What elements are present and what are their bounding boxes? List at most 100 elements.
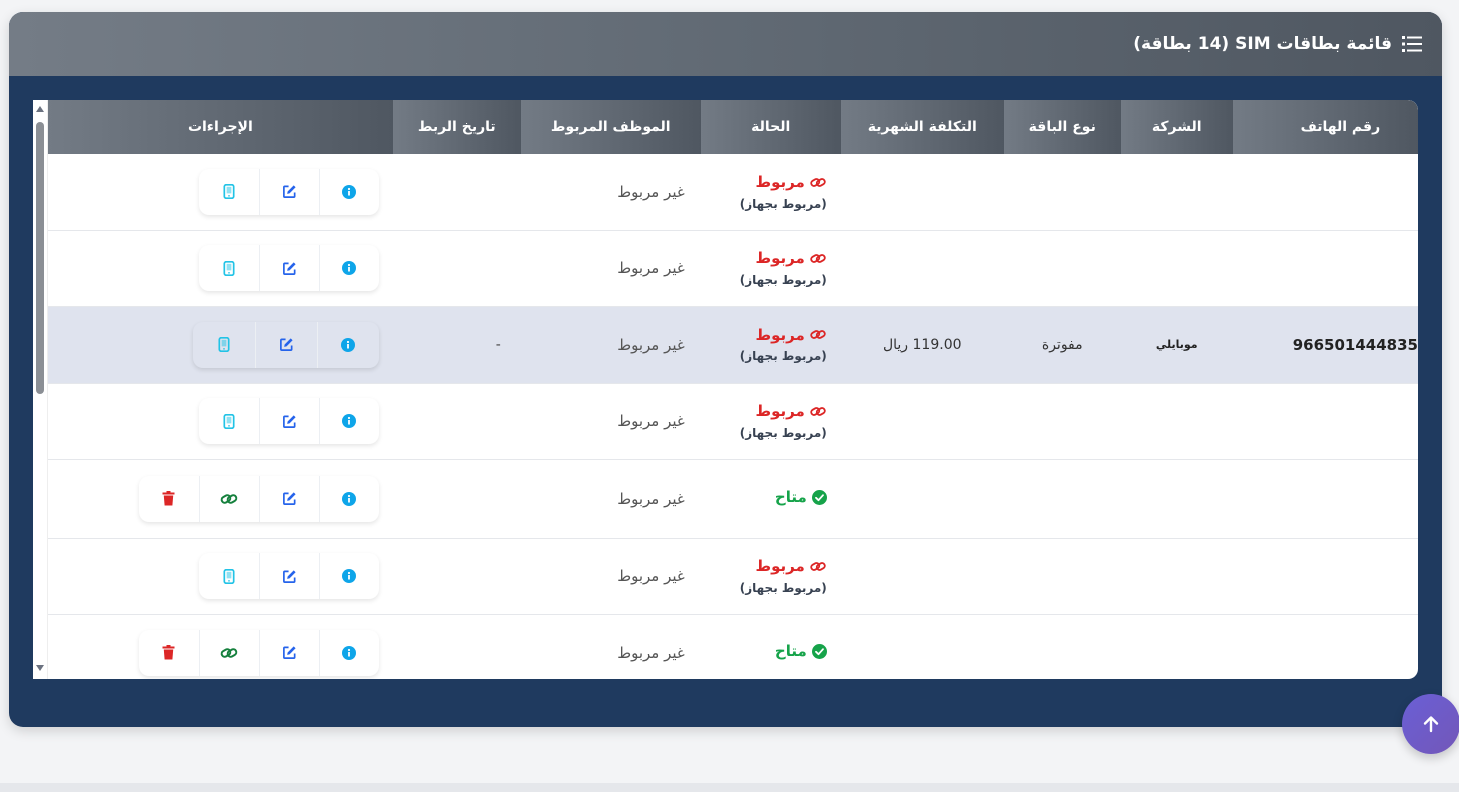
header-actions: الإجراءات bbox=[48, 100, 393, 154]
cell-employee: غير مربوط bbox=[617, 182, 685, 201]
cell-company bbox=[1121, 230, 1233, 306]
scroll-up-arrow[interactable] bbox=[36, 106, 44, 112]
arrow-up-icon bbox=[1423, 716, 1439, 733]
cell-actions bbox=[48, 230, 393, 306]
action-button-group bbox=[198, 245, 379, 291]
status-label: متاح bbox=[774, 488, 807, 507]
vertical-scrollbar[interactable] bbox=[33, 100, 48, 679]
edit-button[interactable] bbox=[254, 321, 317, 368]
info-button[interactable] bbox=[318, 553, 379, 599]
cell-actions bbox=[48, 614, 393, 679]
cell-employee: غير مربوط bbox=[617, 643, 685, 662]
cell-actions bbox=[48, 538, 393, 614]
cell-employee: غير مربوط bbox=[617, 335, 685, 354]
edit-button[interactable] bbox=[258, 475, 319, 522]
table-row: مربوط (مربوط بجهاز) غير مربوط bbox=[48, 154, 1418, 230]
device-button[interactable] bbox=[199, 245, 259, 291]
cell-actions bbox=[48, 306, 393, 383]
delete-button[interactable] bbox=[139, 630, 199, 676]
link-button[interactable] bbox=[198, 629, 259, 676]
table-row: متاح غير مربوط bbox=[48, 459, 1418, 538]
info-button[interactable] bbox=[318, 168, 379, 215]
device-button[interactable] bbox=[199, 169, 259, 215]
link-icon bbox=[220, 493, 238, 504]
mobile-device-icon bbox=[223, 413, 235, 429]
action-button-group bbox=[198, 553, 379, 599]
linked-chain-icon bbox=[810, 561, 826, 571]
cell-plan bbox=[1004, 614, 1121, 679]
status-available: متاح bbox=[775, 488, 827, 506]
mobile-device-icon bbox=[218, 337, 230, 352]
status-label: متاح bbox=[774, 642, 807, 661]
mobile-device-icon bbox=[223, 184, 235, 200]
cell-date bbox=[393, 154, 521, 230]
list-icon bbox=[1402, 36, 1422, 52]
cell-cost bbox=[841, 383, 1004, 459]
card-title-text: قائمة بطاقات SIM (14 بطاقة) bbox=[1133, 34, 1392, 54]
status-available: متاح bbox=[775, 642, 827, 660]
status-linked: مربوط bbox=[756, 557, 827, 575]
info-button[interactable] bbox=[318, 475, 379, 522]
cell-employee: غير مربوط bbox=[617, 567, 685, 585]
table-header-row: رقم الهاتف الشركة نوع الباقة التكلفة الش… bbox=[48, 100, 1418, 154]
status-sublabel: (مربوط بجهاز) bbox=[739, 425, 827, 440]
cell-employee: غير مربوط bbox=[617, 489, 685, 508]
cell-company bbox=[1121, 614, 1233, 679]
info-button[interactable] bbox=[318, 245, 379, 291]
cell-status: مربوط (مربوط بجهاز) bbox=[701, 383, 841, 459]
cell-status: مربوط (مربوط بجهاز) bbox=[701, 306, 841, 383]
action-button-group bbox=[198, 398, 379, 444]
sim-table-container: رقم الهاتف الشركة نوع الباقة التكلفة الش… bbox=[33, 100, 1418, 679]
device-button[interactable] bbox=[193, 322, 255, 368]
linked-chain-icon bbox=[810, 253, 826, 263]
cell-status: مربوط (مربوط بجهاز) bbox=[701, 154, 841, 230]
info-button[interactable] bbox=[318, 629, 379, 676]
edit-button[interactable] bbox=[258, 553, 319, 599]
action-button-group bbox=[138, 629, 379, 676]
edit-button[interactable] bbox=[258, 168, 319, 215]
edit-icon bbox=[282, 646, 296, 659]
scroll-to-top-button[interactable] bbox=[1402, 694, 1459, 754]
status-sublabel: (مربوط بجهاز) bbox=[739, 349, 827, 364]
edit-button[interactable] bbox=[258, 245, 319, 291]
scroll-thumb[interactable] bbox=[36, 122, 44, 394]
cell-actions bbox=[48, 459, 393, 538]
info-icon bbox=[341, 337, 356, 352]
cell-status: مربوط (مربوط بجهاز) bbox=[701, 538, 841, 614]
action-button-group bbox=[138, 475, 379, 522]
cell-status: متاح bbox=[701, 614, 841, 679]
status-linked: مربوط bbox=[756, 402, 827, 420]
card-title: قائمة بطاقات SIM (14 بطاقة) bbox=[1133, 34, 1422, 54]
status-sublabel: (مربوط بجهاز) bbox=[739, 580, 827, 595]
info-icon bbox=[342, 645, 357, 660]
status-sublabel: (مربوط بجهاز) bbox=[739, 196, 827, 211]
scroll-down-arrow[interactable] bbox=[36, 665, 44, 671]
table-row: مربوط (مربوط بجهاز) غير مربوط bbox=[48, 230, 1418, 306]
status-sublabel: (مربوط بجهاز) bbox=[739, 272, 827, 287]
cell-date: - bbox=[495, 336, 501, 353]
cell-company bbox=[1121, 383, 1233, 459]
edit-icon bbox=[282, 569, 296, 583]
edit-button[interactable] bbox=[258, 629, 319, 676]
cell-cost bbox=[841, 614, 1004, 679]
link-button[interactable] bbox=[198, 475, 259, 522]
sim-list-card: قائمة بطاقات SIM (14 بطاقة) رقم الهاتف ا… bbox=[9, 12, 1442, 727]
header-date: تاريخ الربط bbox=[392, 100, 521, 154]
cell-cost bbox=[841, 459, 1004, 538]
trash-icon bbox=[162, 491, 175, 506]
edit-icon bbox=[282, 492, 296, 505]
edit-button[interactable] bbox=[258, 398, 319, 444]
table-row: 966501444835 موبايلي مفوترة 119.00 ريال مربو… bbox=[48, 306, 1418, 383]
info-button[interactable] bbox=[316, 321, 379, 368]
link-icon bbox=[220, 647, 238, 658]
cell-date bbox=[393, 614, 521, 679]
linked-chain-icon bbox=[810, 330, 826, 340]
info-button[interactable] bbox=[318, 398, 379, 444]
linked-chain-icon bbox=[810, 406, 826, 416]
cell-company bbox=[1121, 538, 1233, 614]
cell-employee: غير مربوط bbox=[617, 259, 685, 277]
device-button[interactable] bbox=[199, 398, 259, 444]
device-button[interactable] bbox=[199, 553, 259, 599]
edit-icon bbox=[282, 414, 296, 428]
delete-button[interactable] bbox=[139, 476, 199, 522]
